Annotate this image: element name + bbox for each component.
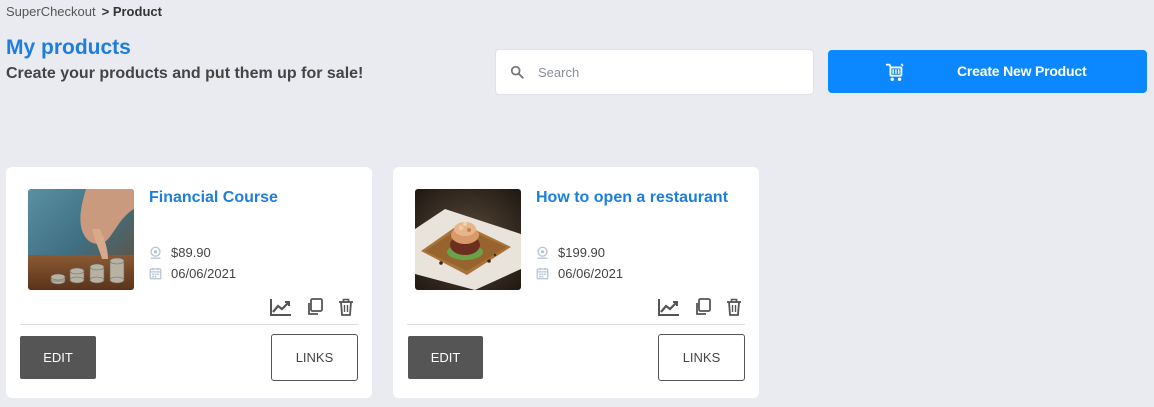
create-new-product-button[interactable]: Create New Product	[828, 50, 1147, 93]
price-tag-icon	[537, 246, 548, 259]
search-box[interactable]	[495, 49, 814, 95]
product-price: $89.90	[171, 245, 211, 260]
product-price: $199.90	[558, 245, 605, 260]
page-title: My products	[6, 36, 131, 59]
product-actions	[270, 298, 368, 316]
copy-icon	[308, 298, 323, 315]
chart-line-icon	[658, 299, 679, 316]
edit-button[interactable]: EDIT	[20, 336, 96, 379]
breadcrumb-root[interactable]: SuperCheckout	[6, 4, 96, 19]
analytics-button[interactable]	[658, 298, 680, 316]
product-date-row: 06/06/2021	[536, 266, 623, 281]
copy-icon	[696, 298, 711, 315]
calendar-icon	[536, 267, 549, 280]
product-title[interactable]: How to open a restaurant	[536, 189, 728, 207]
chart-line-icon	[270, 299, 291, 316]
product-date-row: 06/06/2021	[149, 266, 236, 281]
breadcrumb: SuperCheckout > Product	[6, 4, 162, 19]
page: SuperCheckout > Product My products Creat…	[0, 0, 1154, 407]
coins-photo	[28, 189, 134, 290]
product-price-row: $89.90	[149, 245, 211, 260]
calendar-icon	[149, 267, 162, 280]
product-price-row: $199.90	[536, 245, 605, 260]
trash-icon	[339, 298, 353, 316]
analytics-button[interactable]	[270, 298, 292, 316]
trash-icon	[727, 298, 741, 316]
search-icon	[510, 65, 524, 79]
page-subtitle: Create your products and put them up for…	[6, 65, 364, 82]
food-plate-photo	[415, 189, 521, 290]
product-date: 06/06/2021	[171, 266, 237, 281]
create-new-product-label: Create New Product	[957, 63, 1087, 79]
duplicate-button[interactable]	[694, 298, 712, 316]
card-divider	[20, 324, 358, 325]
cart-icon	[885, 63, 904, 81]
links-button[interactable]: LINKS	[271, 334, 358, 381]
edit-button[interactable]: EDIT	[408, 336, 483, 379]
price-tag-icon	[150, 246, 161, 259]
card-divider	[407, 324, 745, 325]
search-input[interactable]	[538, 64, 778, 80]
links-button[interactable]: LINKS	[658, 334, 745, 381]
product-card-financial-course: Financial Course $89.90 06/06/2021 EDIT …	[6, 167, 372, 398]
delete-button[interactable]	[726, 298, 742, 316]
breadcrumb-current: > Product	[101, 4, 162, 19]
delete-button[interactable]	[338, 298, 354, 316]
product-card-how-to-open-a-restaurant: How to open a restaurant $199.90 06/06/2…	[393, 167, 759, 398]
product-image[interactable]	[415, 189, 521, 290]
product-title[interactable]: Financial Course	[149, 189, 278, 207]
product-date: 06/06/2021	[558, 266, 624, 281]
duplicate-button[interactable]	[306, 298, 324, 316]
product-image[interactable]	[28, 189, 134, 290]
product-actions	[658, 298, 756, 316]
